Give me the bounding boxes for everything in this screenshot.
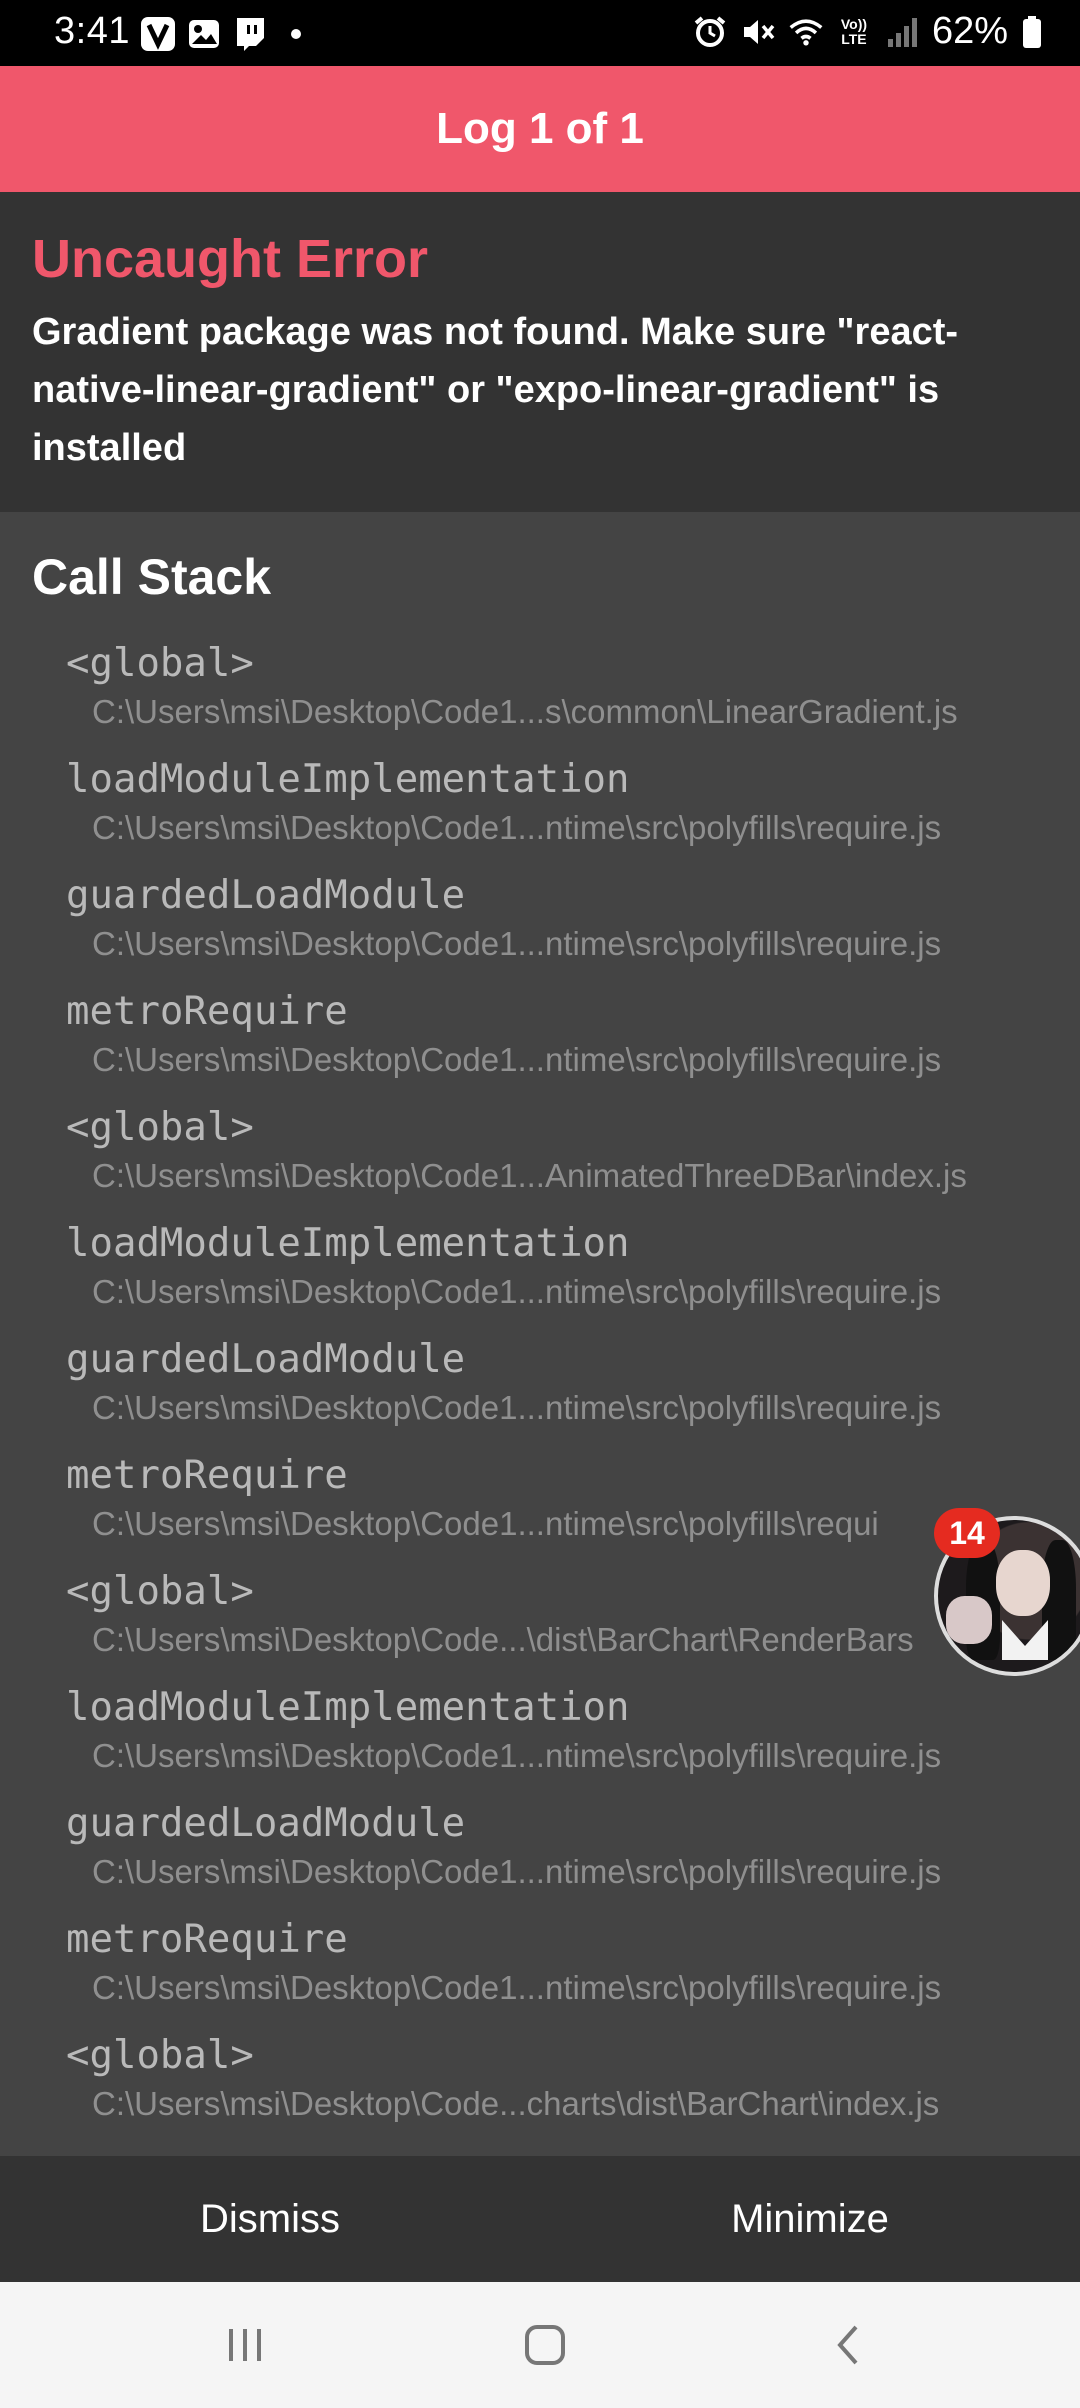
volte-icon: Vo)) LTE: [836, 14, 872, 50]
mute-icon: [740, 14, 776, 50]
minimize-button[interactable]: Minimize: [540, 2156, 1080, 2282]
frame-path: C:\Users\msi\Desktop\Code1...ntime\src\p…: [92, 1389, 942, 1426]
avatar-hand: [946, 1596, 992, 1644]
stack-frame[interactable]: loadModuleImplementation C:\Users\msi\Des…: [0, 1684, 1080, 1800]
stack-frame[interactable]: <global> C:\Users\msi\Desktop\Code1...Ani…: [0, 1104, 1080, 1220]
frame-function: loadModuleImplementation: [66, 1685, 630, 1730]
recent-apps-icon[interactable]: [210, 2310, 280, 2380]
stack-frame[interactable]: loadModuleImplementation C:\Users\msi\Des…: [0, 1220, 1080, 1336]
frame-path: C:\Users\msi\Desktop\Code1...ntime\src\p…: [92, 1853, 942, 1890]
stack-frame[interactable]: <global> C:\Users\msi\Desktop\Code1...s\c…: [0, 640, 1080, 756]
wifi-icon: [788, 14, 824, 50]
log-title: Log 1 of 1: [436, 104, 644, 153]
frame-function: guardedLoadModule: [66, 873, 466, 918]
frame-path: C:\Users\msi\Desktop\Code1...ntime\src\p…: [92, 1969, 942, 2006]
call-stack-list: <global> C:\Users\msi\Desktop\Code1...s\c…: [0, 640, 1080, 2148]
frame-function: metroRequire: [66, 1453, 348, 1498]
stack-frame[interactable]: <global> C:\Users\msi\Desktop\Code...char…: [0, 2032, 1080, 2148]
twitch-icon: [232, 16, 268, 52]
dismiss-button[interactable]: Dismiss: [0, 2156, 540, 2282]
volte-label: Vo)) LTE: [840, 15, 868, 47]
log-actions: Dismiss Minimize: [0, 2156, 1080, 2282]
battery-icon: [1020, 14, 1044, 50]
frame-function: <global>: [66, 1105, 254, 1150]
dot-icon: [278, 16, 314, 52]
back-icon[interactable]: [814, 2310, 884, 2380]
frame-path: C:\Users\msi\Desktop\Code...\dist\BarCha…: [92, 1621, 914, 1658]
frame-function: loadModuleImplementation: [66, 1221, 630, 1266]
notification-icons: [140, 16, 314, 52]
v-app-icon: [140, 16, 176, 52]
error-title: Uncaught Error: [32, 229, 429, 289]
call-stack-panel[interactable]: Call Stack <global> C:\Users\msi\Desktop\…: [0, 512, 1080, 2156]
stack-frame[interactable]: metroRequire C:\Users\msi\Desktop\Code1..…: [0, 1916, 1080, 2032]
log-header: Log 1 of 1: [0, 66, 1080, 192]
frame-path: C:\Users\msi\Desktop\Code1...AnimatedThr…: [92, 1157, 967, 1194]
frame-path: C:\Users\msi\Desktop\Code1...ntime\src\p…: [92, 1505, 879, 1542]
status-bar: 3:41 Vo)) LTE 62%: [0, 0, 1080, 66]
frame-path: C:\Users\msi\Desktop\Code1...ntime\src\p…: [92, 1737, 942, 1774]
frame-function: metroRequire: [66, 989, 348, 1034]
error-message: Gradient package was not found. Make sur…: [32, 311, 959, 470]
frame-path: C:\Users\msi\Desktop\Code...charts\dist\…: [92, 2085, 940, 2122]
frame-function: metroRequire: [66, 1917, 348, 1962]
stack-frame[interactable]: guardedLoadModule C:\Users\msi\Desktop\Co…: [0, 1800, 1080, 1916]
avatar-face: [996, 1550, 1050, 1616]
gallery-icon: [186, 16, 222, 52]
stack-frame[interactable]: metroRequire C:\Users\msi\Desktop\Code1..…: [0, 1452, 1080, 1568]
call-stack-title: Call Stack: [32, 549, 272, 605]
stack-frame[interactable]: <global> C:\Users\msi\Desktop\Code...\dis…: [0, 1568, 1080, 1684]
frame-function: <global>: [66, 1569, 254, 1614]
home-icon[interactable]: [510, 2310, 580, 2380]
status-time: 3:41: [54, 10, 130, 52]
navigation-bar: [0, 2282, 1080, 2408]
stack-frame[interactable]: guardedLoadModule C:\Users\msi\Desktop\Co…: [0, 872, 1080, 988]
frame-path: C:\Users\msi\Desktop\Code1...ntime\src\p…: [92, 1041, 942, 1078]
frame-function: guardedLoadModule: [66, 1337, 466, 1382]
frame-function: loadModuleImplementation: [66, 757, 630, 802]
error-section: Uncaught Error Gradient package was not …: [0, 192, 1080, 512]
frame-path: C:\Users\msi\Desktop\Code1...s\common\Li…: [92, 693, 958, 730]
stack-frame[interactable]: loadModuleImplementation C:\Users\msi\Des…: [0, 756, 1080, 872]
frame-function: guardedLoadModule: [66, 1801, 466, 1846]
stack-frame[interactable]: guardedLoadModule C:\Users\msi\Desktop\Co…: [0, 1336, 1080, 1452]
battery-percent: 62%: [931, 10, 1008, 52]
signal-icon: [884, 14, 920, 50]
notification-badge: 14: [934, 1508, 1000, 1558]
frame-path: C:\Users\msi\Desktop\Code1...ntime\src\p…: [92, 1273, 942, 1310]
stack-frame[interactable]: metroRequire C:\Users\msi\Desktop\Code1..…: [0, 988, 1080, 1104]
frame-function: <global>: [66, 2033, 254, 2078]
frame-function: <global>: [66, 641, 254, 686]
frame-path: C:\Users\msi\Desktop\Code1...ntime\src\p…: [92, 809, 942, 846]
frame-path: C:\Users\msi\Desktop\Code1...ntime\src\p…: [92, 925, 942, 962]
system-status: Vo)) LTE 62%: [692, 10, 1044, 53]
alarm-icon: [692, 14, 728, 50]
